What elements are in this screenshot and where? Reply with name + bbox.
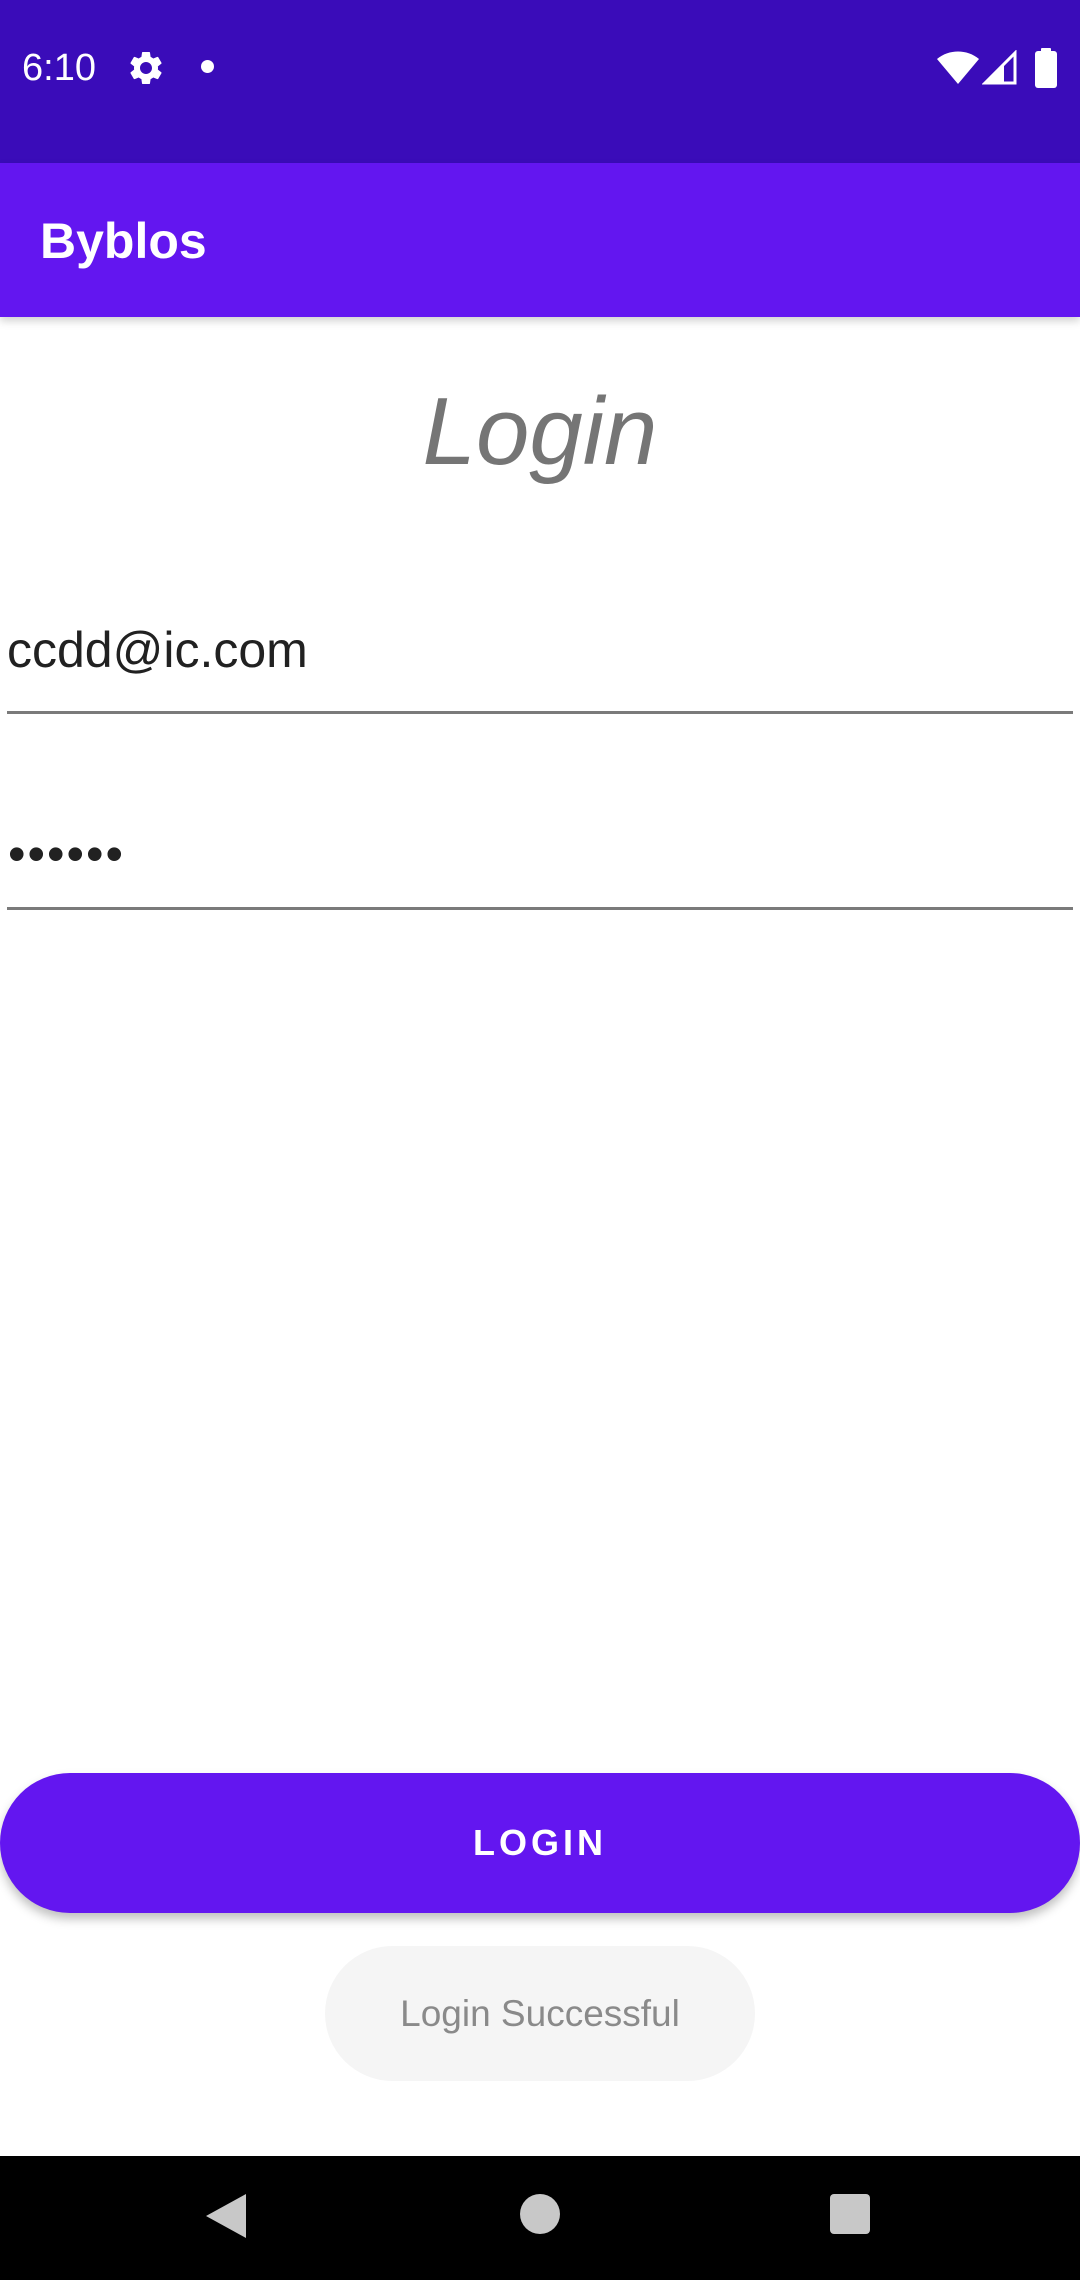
password-field[interactable]: •••••• [7, 806, 1073, 910]
screen: 6:10 Byblos Login ccdd@ic.com •••••• LOG… [0, 0, 1080, 2280]
password-value: •••••• [8, 826, 126, 882]
signal-icon [982, 50, 1017, 85]
app-bar: Byblos [0, 163, 1080, 317]
home-icon[interactable] [520, 2194, 560, 2234]
wifi-icon [937, 51, 979, 84]
battery-icon [1035, 48, 1057, 88]
login-heading: Login [422, 378, 658, 485]
gear-icon [130, 51, 162, 84]
status-time: 6:10 [22, 47, 96, 89]
notification-dot-icon [201, 60, 214, 73]
login-button[interactable]: LOGIN [0, 1773, 1080, 1913]
email-field[interactable]: ccdd@ic.com [7, 610, 1073, 714]
email-value: ccdd@ic.com [7, 622, 308, 678]
status-bar: 6:10 [0, 0, 1080, 163]
app-title: Byblos [40, 213, 207, 269]
back-icon[interactable] [204, 2192, 248, 2240]
toast-message: Login Successful [325, 1946, 755, 2081]
recents-icon[interactable] [830, 2194, 870, 2234]
